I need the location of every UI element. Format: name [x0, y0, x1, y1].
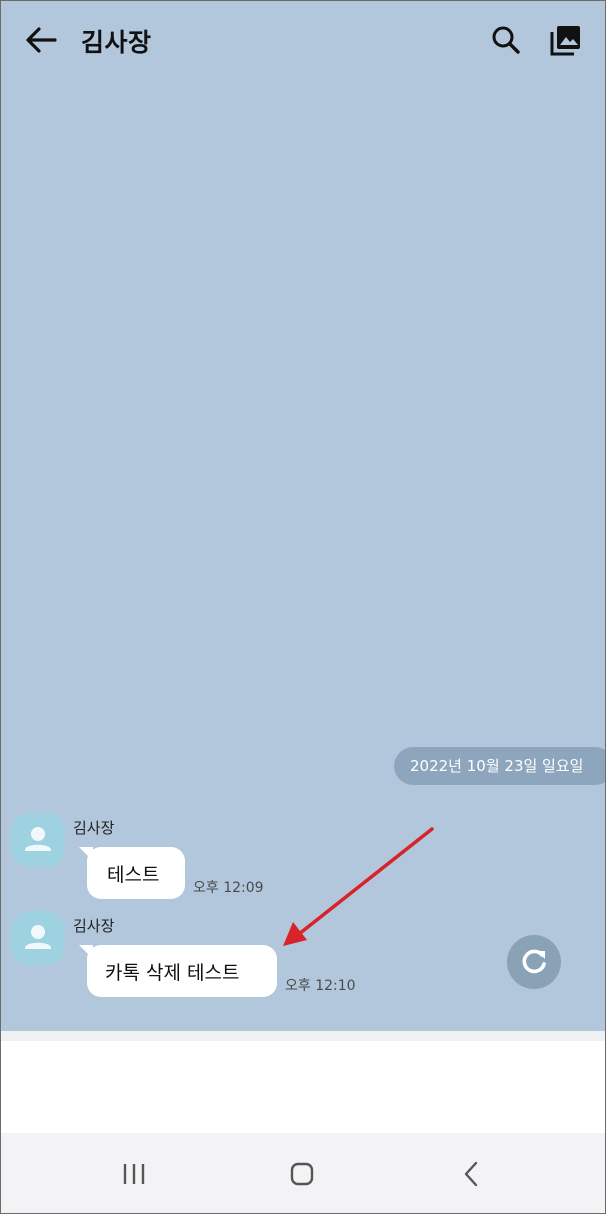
recent-apps-button[interactable]	[119, 1159, 149, 1189]
date-divider: 2022년 10월 23일 일요일	[394, 747, 605, 785]
recent-apps-icon	[123, 1164, 145, 1184]
message-time: 오후 12:10	[285, 978, 356, 994]
search-button[interactable]	[489, 23, 523, 57]
message-bubble[interactable]: 카톡 삭제 테스트	[79, 945, 277, 997]
chat-screen: 김사장 2022년 10월 23일 일요일 김사장 테스트 오후 12:09 김…	[0, 0, 606, 1214]
sender-name: 김사장	[73, 917, 115, 935]
back-button[interactable]	[23, 23, 61, 57]
nav-back-icon	[464, 1161, 478, 1187]
search-icon	[492, 26, 520, 54]
avatar[interactable]	[11, 911, 65, 965]
gallery-icon	[550, 26, 580, 56]
nav-back-button[interactable]	[457, 1159, 487, 1189]
chat-header: 김사장	[1, 1, 605, 81]
sender-name: 김사장	[73, 819, 115, 837]
message-time: 오후 12:09	[193, 880, 264, 896]
chat-title: 김사장	[81, 28, 152, 57]
home-icon	[290, 1162, 314, 1186]
system-navigation-bar	[1, 1133, 605, 1213]
refresh-icon	[522, 949, 546, 974]
avatar[interactable]	[11, 813, 65, 867]
annotation-arrow	[283, 827, 434, 946]
message-text: 카톡 삭제 테스트	[105, 962, 240, 984]
person-icon	[25, 827, 51, 851]
message-input-area[interactable]	[1, 1031, 605, 1133]
refresh-button[interactable]	[507, 935, 561, 989]
message-bubble[interactable]: 테스트	[79, 847, 185, 899]
arrow-left-icon	[26, 27, 57, 53]
person-icon	[25, 925, 51, 949]
message-text: 테스트	[107, 864, 160, 886]
home-button[interactable]	[287, 1159, 317, 1189]
gallery-button[interactable]	[549, 23, 583, 57]
